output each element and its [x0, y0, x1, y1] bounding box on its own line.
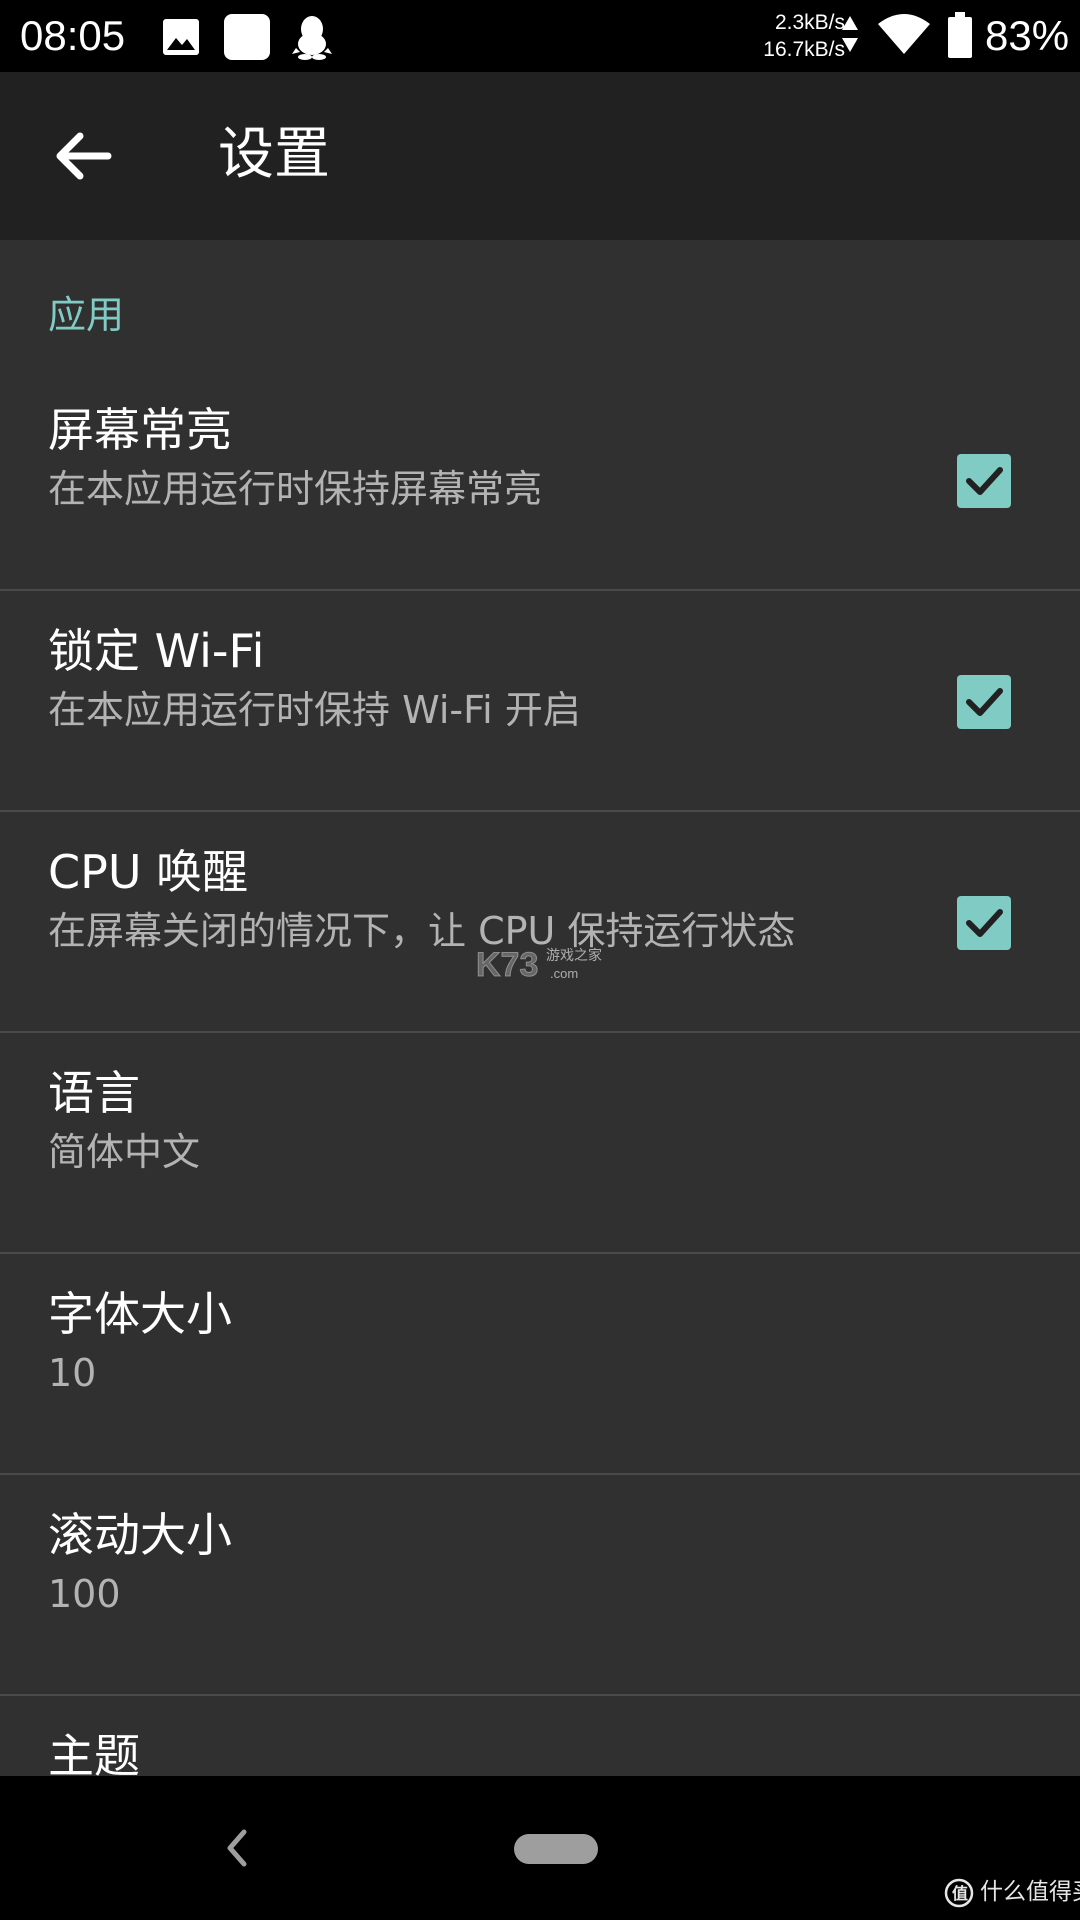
arrow-left-icon [44, 132, 124, 200]
pref-font-size[interactable]: 字体大小 10 [0, 1254, 1080, 1475]
pref-summary: 在本应用运行时保持屏幕常亮 [48, 467, 543, 511]
wifi-icon [878, 14, 930, 60]
battery-icon [948, 12, 972, 62]
status-time: 08:05 [20, 12, 126, 59]
cpu-wake-checkbox[interactable] [957, 896, 1011, 950]
svg-text:游戏之家: 游戏之家 [546, 947, 602, 964]
page-title: 设置 [218, 122, 330, 187]
nav-back-button[interactable] [222, 1828, 252, 1872]
pref-wifi-lock[interactable]: 锁定 Wi-Fi 在本应用运行时保持 Wi-Fi 开启 [0, 591, 1080, 812]
wifi-lock-checkbox[interactable] [957, 675, 1011, 729]
corner-watermark: 值 什么值得买 [944, 1874, 1080, 1912]
pref-title: 锁定 Wi-Fi [48, 624, 265, 678]
pref-title: 滚动大小 [48, 1508, 232, 1562]
pref-screen-on[interactable]: 屏幕常亮 在本应用运行时保持屏幕常亮 [0, 370, 1080, 591]
pref-title: 主题 [48, 1729, 140, 1776]
pref-summary: 简体中文 [48, 1130, 201, 1174]
settings-list: 应用 屏幕常亮 在本应用运行时保持屏幕常亮 锁定 Wi-Fi 在本应用运行时保持… [0, 240, 1080, 1776]
screen-on-checkbox[interactable] [957, 454, 1011, 508]
svg-text:.com: .com [550, 966, 578, 981]
gallery-icon [162, 18, 200, 60]
nav-home-pill[interactable] [514, 1834, 598, 1864]
toolbar: 设置 [0, 72, 1080, 240]
network-speed: 2.3kB/s 16.7kB/s [725, 9, 845, 63]
pref-title: 屏幕常亮 [48, 403, 232, 457]
pref-scroll-size[interactable]: 滚动大小 100 [0, 1475, 1080, 1696]
pref-cpu-wake[interactable]: CPU 唤醒 在屏幕关闭的情况下，让 CPU 保持运行状态 [0, 812, 1080, 1033]
back-button[interactable] [44, 116, 124, 196]
pref-summary: 100 [48, 1572, 121, 1616]
svg-text:值: 值 [952, 1884, 968, 1903]
pref-title: 语言 [48, 1066, 140, 1120]
chevron-left-icon [222, 1829, 252, 1872]
category-header: 应用 [48, 293, 125, 337]
pref-summary: 在本应用运行时保持 Wi-Fi 开启 [48, 688, 581, 732]
pref-theme[interactable]: 主题 [0, 1696, 1080, 1776]
corner-logo-text: 什么值得买 [980, 1879, 1080, 1905]
navigation-bar: 值 什么值得买 [0, 1776, 1080, 1920]
pref-summary: 在屏幕关闭的情况下，让 CPU 保持运行状态 [48, 909, 796, 953]
download-speed: 16.7kB/s [763, 38, 845, 61]
pref-language[interactable]: 语言 简体中文 [0, 1033, 1080, 1254]
app-notification-icon [224, 14, 270, 64]
pref-summary: 10 [48, 1351, 97, 1395]
pref-title: CPU 唤醒 [48, 845, 249, 899]
svg-text:K73: K73 [476, 946, 538, 984]
smzdm-logo-icon: 值 [944, 1878, 974, 1912]
k73-watermark-logo: K73 游戏之家 .com [476, 942, 606, 992]
pref-title: 字体大小 [48, 1287, 232, 1341]
status-bar: 08:05 2.3kB/s 16.7kB/s 83% [0, 0, 1080, 72]
upload-speed: 2.3kB/s [774, 11, 845, 34]
qq-penguin-icon [290, 14, 334, 64]
battery-percent: 83% [985, 12, 1070, 59]
network-arrows-icon [842, 16, 858, 58]
